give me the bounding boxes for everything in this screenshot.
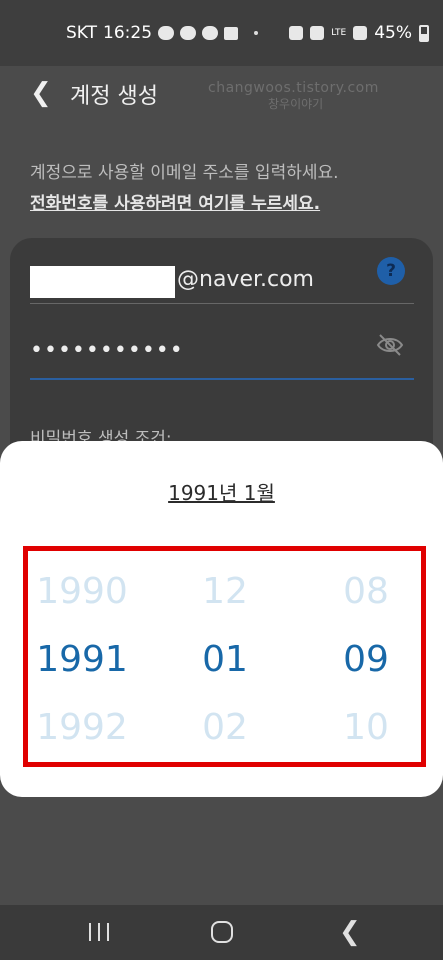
nav-back-icon[interactable]: ❮ — [339, 917, 361, 947]
status-bar: SKT 16:25 LTE 45% — [0, 0, 443, 66]
page-title: 계정 생성 — [70, 84, 158, 109]
gallery-icon — [224, 26, 239, 40]
picker-highlight-frame: 1990 1991 1992 12 01 02 08 09 10 — [23, 546, 426, 767]
network-type-label: LTE — [331, 27, 347, 38]
home-icon[interactable] — [211, 921, 233, 943]
year-wheel[interactable]: 1990 1991 1992 — [22, 551, 142, 762]
year-selected[interactable]: 1991 — [22, 639, 142, 680]
month-prev[interactable]: 12 — [165, 571, 285, 612]
email-id-redacted[interactable] — [30, 266, 175, 298]
day-selected[interactable]: 09 — [306, 639, 426, 680]
password-underline — [30, 378, 414, 380]
chat-icon — [180, 26, 197, 40]
battery-percent: 45% — [374, 23, 412, 43]
instruction-text: 계정으로 사용할 이메일 주소를 입력하세요. — [30, 163, 339, 183]
clock: 16:25 — [103, 23, 153, 43]
navigation-bar: ❮ — [0, 905, 443, 960]
help-icon[interactable]: ? — [377, 257, 405, 285]
mute-icon — [310, 26, 325, 40]
day-wheel[interactable]: 08 09 10 — [306, 551, 426, 762]
sale-icon — [202, 26, 219, 40]
password-field[interactable]: ••••••••••• — [30, 338, 184, 363]
year-next[interactable]: 1992 — [22, 707, 142, 748]
carrier-label: SKT — [66, 23, 98, 43]
month-selected[interactable]: 01 — [165, 639, 285, 680]
more-notifications-icon — [254, 31, 259, 35]
status-left: SKT 16:25 — [66, 23, 259, 43]
day-next[interactable]: 10 — [306, 707, 426, 748]
email-domain: @naver.com — [177, 267, 314, 292]
message-icon — [158, 26, 175, 40]
battery-icon — [419, 24, 429, 42]
back-arrow-icon[interactable]: ❮ — [30, 78, 52, 108]
date-picker-dialog: 1991년 1월 1990 1991 1992 12 01 02 08 09 1… — [0, 441, 443, 797]
status-right: LTE 45% — [289, 23, 429, 43]
day-prev[interactable]: 08 — [306, 571, 426, 612]
phone-number-link[interactable]: 전화번호를 사용하려면 여기를 누르세요. — [30, 189, 320, 214]
year-prev[interactable]: 1990 — [22, 571, 142, 612]
recents-icon[interactable] — [89, 923, 109, 941]
alarm-icon — [289, 26, 304, 40]
dialog-title-text: 1991년 1월 — [168, 481, 275, 505]
hide-password-icon[interactable] — [376, 333, 404, 357]
month-wheel[interactable]: 12 01 02 — [165, 551, 285, 762]
month-next[interactable]: 02 — [165, 707, 285, 748]
email-underline — [30, 303, 414, 304]
dialog-title[interactable]: 1991년 1월 — [0, 477, 443, 506]
watermark-url: changwoos.tistory.com — [208, 80, 379, 96]
signal-icon — [353, 26, 368, 40]
watermark-name: 창우이야기 — [268, 97, 324, 111]
